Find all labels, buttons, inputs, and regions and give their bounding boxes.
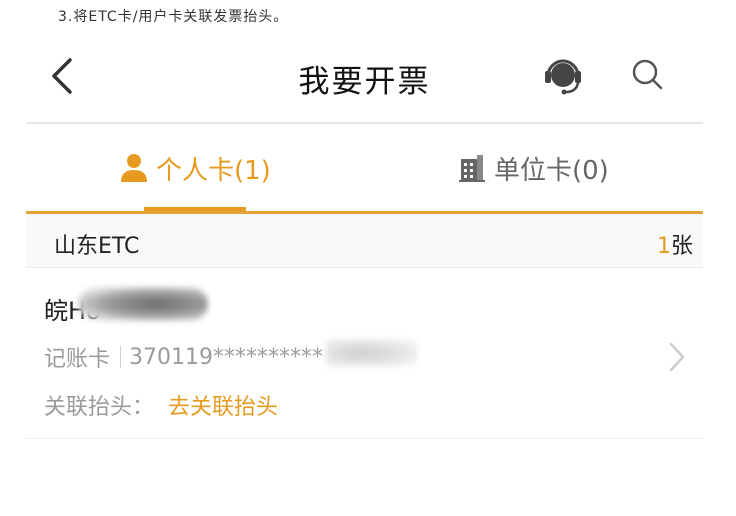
headset-icon[interactable] xyxy=(542,54,584,96)
person-icon xyxy=(121,154,147,182)
redacted-account-mask xyxy=(326,339,418,367)
region-name: 山东ETC xyxy=(54,234,140,259)
chevron-right-icon xyxy=(669,342,685,372)
redacted-holder-mask xyxy=(78,287,208,321)
search-icon[interactable] xyxy=(629,56,665,92)
invoice-screen: 我要开票 个人卡(1) 单位卡(0) 山东ETC 1张 皖Ho 记账卡 3701… xyxy=(26,34,703,516)
region-header: 山东ETC 1张 xyxy=(26,214,703,268)
card-count-unit: 张 xyxy=(670,234,693,259)
etc-card-item[interactable]: 皖Ho 记账卡 370119********** 关联抬头： 去关联抬头 xyxy=(26,269,703,439)
link-title-button[interactable]: 去关联抬头 xyxy=(168,389,278,421)
card-count-number: 1 xyxy=(656,234,671,259)
card-type-tabs: 个人卡(1) 单位卡(0) xyxy=(26,124,703,212)
instruction-text: 3.将ETC卡/用户卡关联发票抬头。 xyxy=(58,9,289,25)
account-type: 记账卡 xyxy=(44,347,111,372)
card-count: 1张 xyxy=(657,228,693,260)
account-row: 记账卡 370119********** xyxy=(44,341,323,373)
building-icon xyxy=(459,155,485,182)
account-separator xyxy=(120,346,122,368)
tab-personal-label: 个人卡(1) xyxy=(156,155,271,186)
nav-bar: 我要开票 xyxy=(26,34,703,122)
tab-unit-label: 单位卡(0) xyxy=(494,155,609,186)
account-number: 370119********** xyxy=(129,344,323,370)
tab-unit-card[interactable]: 单位卡(0) xyxy=(458,124,609,212)
link-title-label: 关联抬头： xyxy=(44,395,155,420)
tab-personal-card[interactable]: 个人卡(1) xyxy=(120,124,271,212)
page-title: 我要开票 xyxy=(298,64,431,100)
link-title-row: 关联抬头： 去关联抬头 xyxy=(44,389,278,421)
